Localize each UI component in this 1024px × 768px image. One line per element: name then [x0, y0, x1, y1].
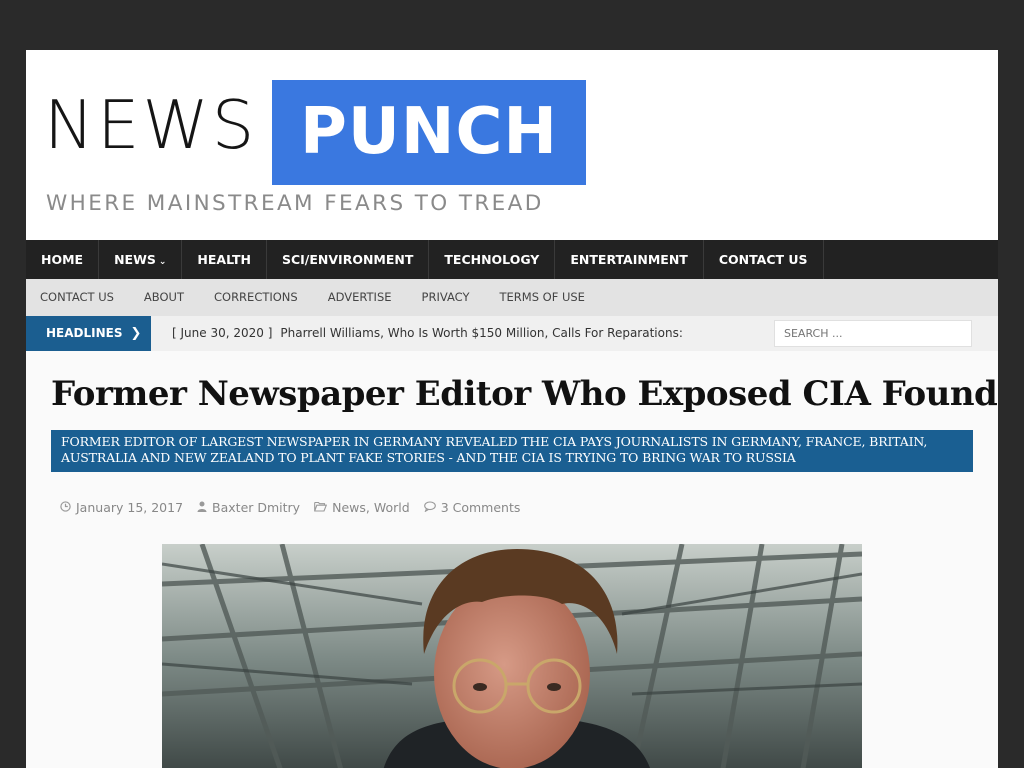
category-link-news[interactable]: News [332, 500, 366, 515]
clock-icon [60, 500, 71, 515]
nav-item-label: NEWS [114, 252, 156, 267]
main-nav: HOME NEWS ⌄ HEALTH SCI/ENVIRONMENT TECHNO… [26, 240, 998, 279]
nav-item-news[interactable]: NEWS ⌄ [99, 240, 183, 279]
nav-item-technology[interactable]: TECHNOLOGY [429, 240, 556, 279]
headlines-label: HEADLINES ❯ [26, 316, 151, 351]
secondary-nav: CONTACT US ABOUT CORRECTIONS ADVERTISE P… [26, 279, 998, 316]
nav-item-label: SCI/ENVIRONMENT [281, 252, 414, 267]
article-meta: January 15, 2017 Baxter Dmitry News, Worl… [60, 500, 534, 515]
subnav-item-about[interactable]: ABOUT [129, 279, 199, 316]
subnav-item-terms-of-use[interactable]: TERMS OF USE [484, 279, 599, 316]
search-input[interactable] [774, 320, 972, 347]
headlines-label-text: HEADLINES [46, 326, 123, 340]
chevron-down-icon: ⌄ [158, 257, 167, 267]
page: NEWS PUNCH WHERE MAINSTREAM FEARS TO TRE… [26, 50, 998, 768]
category-link-world[interactable]: World [374, 500, 410, 515]
user-icon [197, 500, 207, 515]
nav-item-entertainment[interactable]: ENTERTAINMENT [555, 240, 704, 279]
ticker-headline[interactable]: [ June 30, 2020 ] Pharrell Williams, Who … [172, 316, 683, 351]
nav-item-contact-us[interactable]: CONTACT US [704, 240, 824, 279]
chevron-right-icon: ❯ [130, 326, 142, 341]
nav-item-label: HOME [41, 252, 84, 267]
logo-tagline: WHERE MAINSTREAM FEARS TO TREAD [46, 191, 544, 216]
ticker-headline-text[interactable]: Pharrell Williams, Who Is Worth $150 Mil… [280, 326, 682, 340]
nav-item-label: HEALTH [197, 252, 251, 267]
post-date: January 15, 2017 [60, 500, 183, 515]
nav-item-home[interactable]: HOME [26, 240, 100, 279]
post-comments: 3 Comments [423, 500, 521, 515]
site-header: NEWS PUNCH WHERE MAINSTREAM FEARS TO TRE… [26, 50, 998, 240]
logo-news-text[interactable]: NEWS [44, 92, 257, 159]
post-author-link[interactable]: Baxter Dmitry [212, 500, 300, 515]
logo-punch-text: PUNCH [300, 95, 558, 169]
article-subtitle: FORMER EDITOR OF LARGEST NEWSPAPER IN GE… [51, 430, 973, 472]
subnav-item-contact-us[interactable]: CONTACT US [26, 279, 129, 316]
post-author: Baxter Dmitry [197, 500, 300, 515]
article-area: Former Newspaper Editor Who Exposed CIA … [26, 351, 998, 768]
subnav-item-advertise[interactable]: ADVERTISE [313, 279, 407, 316]
category-separator: , [365, 500, 370, 515]
ticker-date: [ June 30, 2020 ] [172, 326, 273, 340]
nav-item-sci-environment[interactable]: SCI/ENVIRONMENT [267, 240, 430, 279]
post-categories: News, World [314, 500, 410, 515]
logo-punch-box[interactable]: PUNCH [272, 80, 586, 185]
folder-icon [314, 500, 328, 515]
subnav-item-corrections[interactable]: CORRECTIONS [199, 279, 313, 316]
nav-item-health[interactable]: HEALTH [182, 240, 267, 279]
comments-link[interactable]: 3 Comments [441, 500, 521, 515]
article-title: Former Newspaper Editor Who Exposed CIA … [51, 374, 998, 414]
nav-item-label: ENTERTAINMENT [570, 252, 688, 267]
subnav-item-privacy[interactable]: PRIVACY [407, 279, 485, 316]
nav-item-label: CONTACT US [718, 252, 808, 267]
post-date-text[interactable]: January 15, 2017 [76, 500, 183, 515]
headline-ticker: HEADLINES ❯ [ June 30, 2020 ] Pharrell Wil… [26, 316, 998, 351]
article-featured-image [162, 544, 862, 768]
comment-icon [423, 500, 436, 515]
nav-item-label: TECHNOLOGY [444, 252, 540, 267]
